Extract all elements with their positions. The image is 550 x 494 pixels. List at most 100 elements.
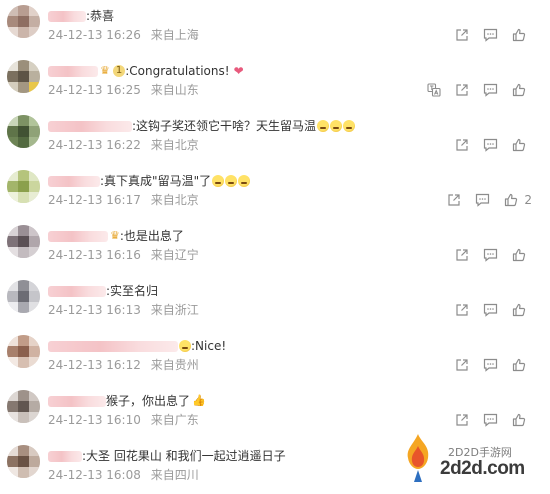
like-button[interactable] bbox=[512, 303, 532, 317]
username-blurred[interactable] bbox=[48, 340, 178, 352]
share-icon[interactable] bbox=[455, 28, 469, 42]
laugh-emoji-icon bbox=[225, 175, 238, 187]
like-button[interactable] bbox=[512, 413, 532, 427]
laugh-emoji-icon bbox=[238, 175, 251, 187]
comment-time: 24-12-13 16:13 bbox=[48, 303, 141, 317]
like-icon[interactable] bbox=[512, 303, 526, 317]
comment-icon[interactable] bbox=[483, 248, 498, 262]
like-button[interactable] bbox=[512, 358, 532, 372]
like-button[interactable] bbox=[512, 28, 532, 42]
comment-icon[interactable] bbox=[483, 138, 498, 152]
crown-icon: ♛ bbox=[110, 229, 120, 242]
comment-text: :Congratulations! bbox=[125, 64, 230, 78]
comment-icon[interactable] bbox=[483, 303, 498, 317]
username-blurred[interactable] bbox=[48, 395, 106, 407]
username-blurred[interactable] bbox=[48, 65, 98, 77]
crown-icon: ♛ bbox=[100, 64, 110, 77]
comment-item: 猴子，你出息了 👍 24-12-13 16:10 来自广东 bbox=[0, 385, 550, 439]
like-button[interactable]: 2 bbox=[504, 193, 532, 207]
comment-time: 24-12-13 16:22 bbox=[48, 138, 141, 152]
comment-text: :大圣 回花果山 和我们一起过逍遥日子 bbox=[82, 449, 286, 463]
comment-location: 来自上海 bbox=[150, 28, 199, 42]
avatar[interactable] bbox=[7, 335, 40, 368]
comment-icon[interactable] bbox=[483, 83, 498, 97]
comment-item: :Nice! 24-12-13 16:12 来自贵州 bbox=[0, 330, 550, 384]
like-icon[interactable] bbox=[512, 28, 526, 42]
username-blurred[interactable] bbox=[48, 230, 108, 242]
like-count: 2 bbox=[524, 193, 532, 207]
username-blurred[interactable] bbox=[48, 120, 132, 132]
level-badge: 1 bbox=[112, 65, 126, 77]
comment-time: 24-12-13 16:26 bbox=[48, 28, 141, 42]
comment-text: :恭喜 bbox=[86, 9, 115, 23]
comment-text: :真下真成"留马温"了 bbox=[100, 174, 212, 188]
share-icon[interactable] bbox=[455, 413, 469, 427]
laugh-emoji-icon bbox=[317, 120, 330, 132]
laugh-emoji-icon bbox=[343, 120, 356, 132]
flame-logo-icon bbox=[407, 434, 429, 482]
comment-icon[interactable] bbox=[475, 193, 490, 207]
avatar[interactable] bbox=[7, 445, 40, 478]
comment-time: 24-12-13 16:16 bbox=[48, 248, 141, 262]
watermark-logo: 2D2D手游网 2d2d.com bbox=[398, 432, 548, 484]
comment-location: 来自辽宁 bbox=[150, 248, 199, 262]
comment-time: 24-12-13 16:17 bbox=[48, 193, 141, 207]
avatar[interactable] bbox=[7, 390, 40, 423]
comment-item: ♛ :也是出息了 24-12-13 16:16 来自辽宁 bbox=[0, 220, 550, 274]
heart-emoji-icon: ❤ bbox=[233, 64, 244, 78]
avatar[interactable] bbox=[7, 115, 40, 148]
comment-item: :这钩子奖还领它干啥？天生留马温 24-12-13 16:22 来自北京 bbox=[0, 110, 550, 164]
comment-item: :实至名归 24-12-13 16:13 来自浙江 bbox=[0, 275, 550, 329]
like-icon[interactable] bbox=[512, 413, 526, 427]
like-icon[interactable] bbox=[512, 248, 526, 262]
avatar[interactable] bbox=[7, 225, 40, 258]
comment-text: 猴子，你出息了 bbox=[106, 394, 191, 408]
avatar[interactable] bbox=[7, 170, 40, 203]
like-button[interactable] bbox=[512, 138, 532, 152]
like-icon[interactable] bbox=[512, 138, 526, 152]
comment-item: :恭喜 24-12-13 16:26 来自上海 bbox=[0, 0, 550, 54]
comment-location: 来自浙江 bbox=[150, 303, 199, 317]
share-icon[interactable] bbox=[447, 193, 461, 207]
like-button[interactable] bbox=[512, 83, 532, 97]
comment-location: 来自北京 bbox=[150, 138, 199, 152]
comment-item: :真下真成"留马温"了 24-12-13 16:17 来自北京 2 bbox=[0, 165, 550, 219]
avatar[interactable] bbox=[7, 280, 40, 313]
laugh-emoji-icon bbox=[330, 120, 343, 132]
laugh-emoji-icon bbox=[179, 340, 191, 352]
comment-time: 24-12-13 16:25 bbox=[48, 83, 141, 97]
like-icon[interactable] bbox=[504, 193, 518, 207]
comment-location: 来自山东 bbox=[150, 83, 199, 97]
share-icon[interactable] bbox=[455, 358, 469, 372]
username-blurred[interactable] bbox=[48, 10, 86, 22]
share-icon[interactable] bbox=[455, 248, 469, 262]
translate-icon[interactable] bbox=[427, 83, 441, 97]
username-blurred[interactable] bbox=[48, 450, 82, 462]
comment-time: 24-12-13 16:08 bbox=[48, 468, 141, 482]
like-icon[interactable] bbox=[512, 358, 526, 372]
share-icon[interactable] bbox=[455, 138, 469, 152]
avatar[interactable] bbox=[7, 5, 40, 38]
comment-time: 24-12-13 16:12 bbox=[48, 358, 141, 372]
comment-location: 来自北京 bbox=[150, 193, 199, 207]
username-blurred[interactable] bbox=[48, 285, 106, 297]
comment-text: :实至名归 bbox=[106, 284, 159, 298]
comment-item: ♛ 1 :Congratulations! ❤ 24-12-13 16:25 来… bbox=[0, 55, 550, 109]
share-icon[interactable] bbox=[455, 83, 469, 97]
laugh-emoji-icon bbox=[212, 175, 225, 187]
comment-text: :也是出息了 bbox=[119, 229, 184, 243]
comment-icon[interactable] bbox=[483, 413, 498, 427]
comment-location: 来自四川 bbox=[150, 468, 199, 482]
comment-icon[interactable] bbox=[483, 28, 498, 42]
share-icon[interactable] bbox=[455, 303, 469, 317]
comment-text: :这钩子奖还领它干啥？天生留马温 bbox=[132, 119, 317, 133]
watermark-domain: 2d2d.com bbox=[440, 458, 525, 479]
avatar[interactable] bbox=[7, 60, 40, 93]
username-blurred[interactable] bbox=[48, 175, 100, 187]
comment-icon[interactable] bbox=[483, 358, 498, 372]
like-icon[interactable] bbox=[512, 83, 526, 97]
comment-location: 来自广东 bbox=[150, 413, 199, 427]
like-button[interactable] bbox=[512, 248, 532, 262]
comment-text: :Nice! bbox=[191, 339, 227, 353]
thumbs-up-emoji-icon: 👍 bbox=[192, 394, 206, 407]
